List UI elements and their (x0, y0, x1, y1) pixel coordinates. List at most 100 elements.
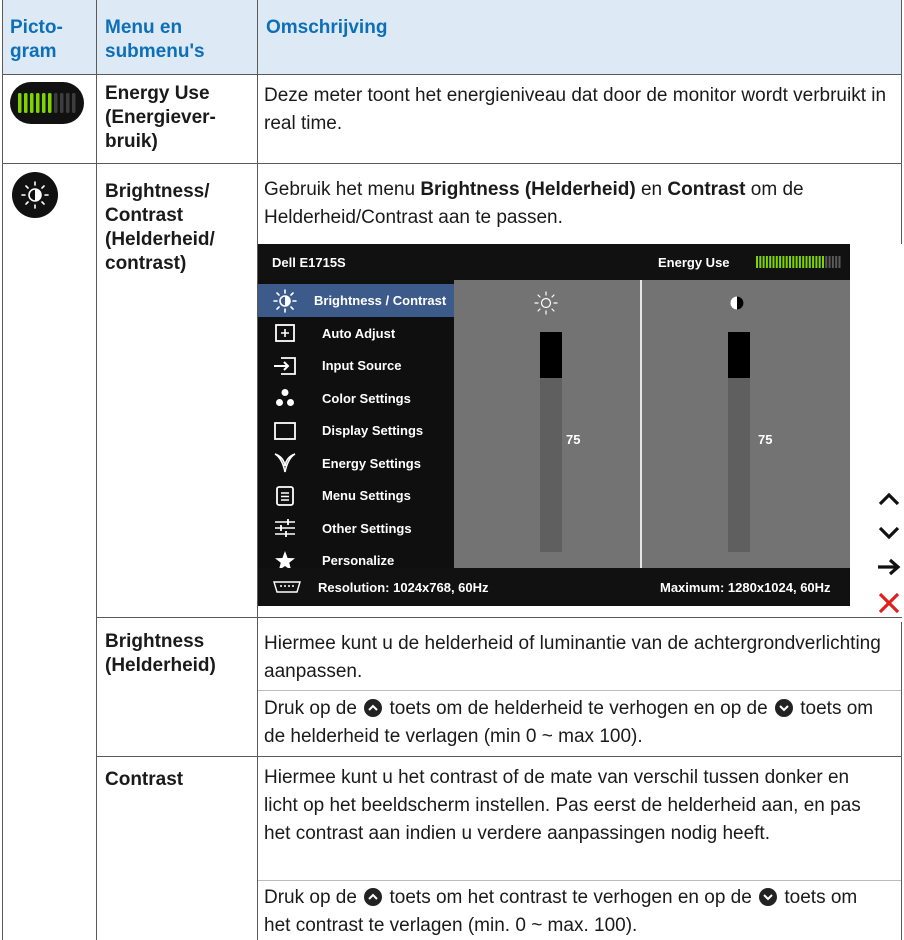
osd-menu-item[interactable]: Auto Adjust (258, 317, 454, 350)
brightness-desc-divider (258, 690, 901, 691)
osd-meter-segment (759, 256, 762, 268)
header-menu: Menu en submenu's (105, 16, 205, 64)
osd-menu-label: Menu Settings (322, 488, 411, 503)
osd-meter-segment (772, 256, 775, 268)
right-arrow-icon[interactable] (874, 552, 904, 582)
osd-meter-segment (789, 256, 791, 268)
osd-menu-item[interactable]: Energy Settings (258, 447, 454, 480)
energy-label-line: (Energiever- (105, 107, 216, 128)
osd-meter-segment (812, 256, 815, 268)
grid-line (2, 0, 3, 940)
contrast-desc-divider (258, 880, 901, 881)
meter-segment (36, 93, 40, 113)
osd-menu: Brightness / Contrast Auto Adjust Input So… (258, 280, 454, 570)
osd-meter-segment (785, 256, 788, 268)
osd-meter-segment (765, 256, 768, 268)
instr-text: Druk op de (264, 887, 363, 908)
bc-label-line: contrast) (105, 253, 187, 274)
osd-meter-segment (831, 256, 834, 268)
osd-menu-item[interactable]: Other Settings (258, 512, 454, 545)
osd-meter-segment (808, 256, 811, 268)
bc-desc-text: en (635, 179, 668, 200)
osd-meter-segment (762, 256, 765, 268)
bc-label-line: (Helderheid/ (105, 229, 215, 250)
down-button-icon (774, 699, 793, 717)
brightness-description: Hiermee kunt u de helderheid of luminant… (264, 633, 881, 682)
osd-menu-item[interactable]: Input Source (258, 349, 454, 382)
down-arrow-icon[interactable] (874, 518, 904, 548)
contrast-description: Hiermee kunt u het contrast of de mate v… (264, 767, 861, 844)
energy-label-line: bruik) (105, 131, 158, 152)
header-pictogram-line1: Picto- (10, 17, 63, 38)
meter-segment (66, 93, 70, 113)
osd-meter-segment (769, 256, 772, 268)
grid-line (96, 0, 97, 940)
brightness-instruction: Druk op de toets om de helderheid te ver… (264, 695, 884, 751)
grid-line (96, 617, 902, 618)
osd-menu-label: Brightness / Contrast (314, 293, 447, 308)
contrast-slider-fill (728, 332, 750, 378)
up-button-icon (364, 888, 383, 906)
meter-segment (72, 93, 76, 113)
osd-maximum: Maximum: 1280x1024, 60Hz (660, 580, 831, 595)
osd-energy-label: Energy Use (658, 255, 730, 270)
osd-menu-item[interactable]: Menu Settings (258, 479, 454, 512)
meter-segment (24, 93, 28, 113)
sliders-icon (258, 512, 312, 545)
contrast-value: 75 (758, 432, 773, 447)
osd-menu-label: Personalize (322, 553, 395, 568)
sun-icon (258, 284, 312, 317)
osd-meter-segment (822, 256, 824, 268)
header-pictogram-line2: gram (10, 41, 57, 62)
header-description: Omschrijving (266, 17, 388, 38)
osd-meter-segment (792, 256, 795, 268)
bc-desc-text: Gebruik het menu (264, 179, 421, 200)
meter-segment (54, 93, 58, 113)
osd-meter-segment (802, 256, 805, 268)
contrast-icon (730, 296, 744, 310)
close-x-icon[interactable] (874, 588, 904, 618)
grid-line (901, 622, 902, 940)
osd-menu-label: Other Settings (322, 520, 412, 536)
osd-model: Dell E1715S (272, 255, 346, 270)
header-menu-line1: Menu en (105, 17, 183, 38)
bc-label-line: Brightness/ (105, 181, 210, 202)
menu-doc-icon (258, 479, 312, 512)
osd-meter-segment (818, 256, 821, 268)
up-button-icon (364, 699, 383, 717)
header-pictogram: Picto- gram (10, 16, 63, 64)
display-square-icon (258, 414, 312, 447)
osd-meter-segment (756, 256, 758, 268)
down-button-icon (759, 888, 778, 906)
osd-menu-label: Energy Settings (322, 455, 421, 471)
osd-menu-item[interactable]: Display Settings (258, 414, 454, 447)
grid-line (901, 0, 902, 244)
brightness-contrast-icon (12, 172, 58, 218)
instr-text: toets om de helderheid te verhogen en op… (384, 698, 773, 719)
grid-line (2, 74, 902, 75)
osd-meter-segment (779, 256, 782, 268)
energy-description: Deze meter toont het energieniveau dat d… (264, 85, 887, 134)
osd-meter-segment (795, 256, 798, 268)
grid-line (2, 163, 902, 164)
osd-meter-segment (782, 256, 785, 268)
osd-meter-segment (805, 256, 808, 268)
osd-meter-segment (828, 256, 831, 268)
brightness-slider-fill (540, 332, 562, 378)
up-arrow-icon[interactable] (874, 484, 904, 514)
osd-menu-label: Auto Adjust (322, 325, 396, 341)
osd-menu-label: Color Settings (322, 390, 411, 406)
meter-segment (42, 93, 46, 113)
osd-menu-label: Display Settings (322, 423, 424, 438)
brightness-label-line: (Helderheid) (105, 655, 216, 676)
header-menu-line2: submenu's (105, 41, 205, 62)
osd-meter-segment (798, 256, 801, 268)
contrast-pane: 75 (642, 280, 850, 568)
energy-meter-icon (10, 82, 84, 124)
bc-desc-bold-brightness: Brightness (Helderheid) (420, 179, 636, 200)
osd-menu-item[interactable]: Color Settings (258, 382, 454, 415)
brightness-pane: 75 (454, 280, 640, 568)
osd-screenshot: Dell E1715S Energy Use Brightness / Cont… (258, 244, 850, 606)
osd-menu-item[interactable]: Brightness / Contrast (258, 284, 454, 317)
osd-meter-segment (835, 256, 838, 268)
